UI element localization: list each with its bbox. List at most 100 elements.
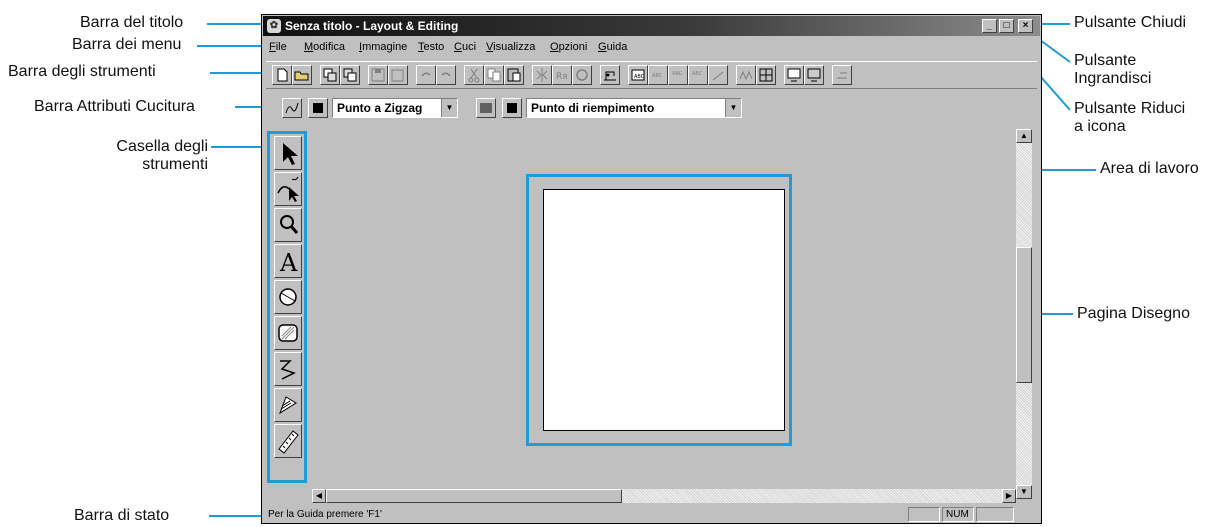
monitor-view-icon bbox=[807, 68, 821, 82]
line-color-button[interactable] bbox=[308, 98, 328, 118]
menu-file[interactable]: File bbox=[269, 37, 287, 57]
menu-edit-label: odifica bbox=[313, 41, 345, 53]
line-stitch-value: Punto a Zigzag bbox=[337, 101, 423, 115]
line-stitch-dropdown-arrow-icon[interactable]: ▼ bbox=[441, 99, 457, 117]
status-cell-caps bbox=[908, 507, 940, 522]
import-button[interactable] bbox=[320, 65, 340, 85]
line-stitch-select[interactable]: Punto a Zigzag ▼ bbox=[332, 98, 458, 118]
vertical-scrollbar[interactable]: ▲ ▼ bbox=[1016, 129, 1032, 499]
text-button-3[interactable]: ABC bbox=[668, 65, 688, 85]
callout-design-page: Pagina Disegno bbox=[1077, 305, 1190, 322]
rotate-button[interactable] bbox=[572, 65, 592, 85]
scroll-down-icon[interactable]: ▼ bbox=[1016, 485, 1032, 499]
horizontal-scrollbar[interactable]: ◀ ▶ bbox=[312, 489, 1016, 503]
menu-help-accel: G bbox=[598, 41, 607, 53]
text-frame-icon: ABC bbox=[631, 69, 645, 81]
import-2-button[interactable] bbox=[340, 65, 360, 85]
save-as-button[interactable] bbox=[388, 65, 408, 85]
menu-image[interactable]: Immagine bbox=[359, 37, 407, 57]
flip-horizontal-icon bbox=[536, 68, 548, 82]
rectangle-tool[interactable] bbox=[274, 316, 302, 350]
redo-button[interactable] bbox=[436, 65, 456, 85]
realistic-preview-button[interactable] bbox=[804, 65, 824, 85]
toolbox: A bbox=[267, 131, 307, 483]
freeform-curve-icon bbox=[280, 360, 296, 380]
cut-button[interactable] bbox=[464, 65, 484, 85]
text-button-5[interactable] bbox=[708, 65, 728, 85]
region-stitch-value: Punto di riempimento bbox=[531, 101, 655, 115]
line-sew-toggle[interactable] bbox=[282, 98, 302, 118]
menu-file-accel: F bbox=[269, 41, 276, 53]
preview-button[interactable] bbox=[784, 65, 804, 85]
callout-close-button: Pulsante Chiudi bbox=[1074, 14, 1187, 31]
save-button[interactable] bbox=[368, 65, 388, 85]
flip-h-button[interactable] bbox=[532, 65, 552, 85]
text-button-4[interactable]: ABC bbox=[688, 65, 708, 85]
stitch-order-button[interactable] bbox=[832, 65, 852, 85]
zoom-tool[interactable] bbox=[274, 208, 302, 242]
stitch-attribute-bar: Punto a Zigzag ▼ Punto di riempimento ▼ bbox=[266, 95, 1037, 121]
sewing-attribute-tool[interactable] bbox=[274, 388, 302, 422]
scroll-right-icon[interactable]: ▶ bbox=[1002, 489, 1016, 503]
app-icon[interactable]: ✿ bbox=[267, 19, 281, 33]
close-button[interactable]: × bbox=[1018, 19, 1033, 33]
maximize-button[interactable]: □ bbox=[999, 19, 1014, 33]
design-page[interactable] bbox=[543, 189, 785, 431]
title-bar[interactable]: ✿ Senza titolo - Layout & Editing _ □ × bbox=[263, 16, 1040, 36]
paste-button[interactable] bbox=[504, 65, 524, 85]
sewing-attribute-icon bbox=[279, 396, 297, 415]
callout-status-bar: Barra di stato bbox=[74, 507, 170, 524]
vertical-scroll-thumb[interactable] bbox=[1016, 247, 1032, 383]
menu-view[interactable]: Visualizza bbox=[486, 37, 535, 57]
undo-button[interactable] bbox=[416, 65, 436, 85]
scissors-icon bbox=[468, 68, 480, 83]
text-tool[interactable]: A bbox=[274, 244, 302, 278]
save-as-icon bbox=[391, 69, 404, 82]
select-tool[interactable] bbox=[274, 136, 302, 170]
callout-title-bar: Barra del titolo bbox=[80, 14, 184, 31]
svg-text:ABC: ABC bbox=[652, 73, 663, 79]
menu-text[interactable]: Testo bbox=[418, 37, 444, 57]
stitch-pattern-icon bbox=[739, 70, 753, 81]
folder-icon bbox=[294, 71, 309, 81]
menu-bar: File Modifica Immagine Testo Cuci Visual… bbox=[263, 37, 1040, 57]
region-stitch-select[interactable]: Punto di riempimento ▼ bbox=[526, 98, 742, 118]
point-edit-tool[interactable] bbox=[274, 172, 302, 206]
open-file-button[interactable] bbox=[292, 65, 312, 85]
menu-sew[interactable]: Cuci bbox=[454, 37, 476, 57]
text-button-1[interactable]: ABC bbox=[628, 65, 648, 85]
region-stitch-dropdown-arrow-icon[interactable]: ▼ bbox=[725, 99, 741, 117]
svg-text:ABC: ABC bbox=[672, 71, 683, 77]
menu-help-label: uida bbox=[606, 41, 628, 53]
horizontal-scroll-thumb[interactable] bbox=[326, 489, 622, 503]
flip-vertical-icon: Rя bbox=[556, 72, 568, 82]
callout-toolbox-line1: Casella degli bbox=[116, 138, 208, 155]
svg-text:ABC: ABC bbox=[692, 71, 703, 77]
circle-tool[interactable] bbox=[274, 280, 302, 314]
minimize-button[interactable]: _ bbox=[982, 19, 997, 33]
region-color-button[interactable] bbox=[502, 98, 522, 118]
callout-maximize-line2: Ingrandisci bbox=[1074, 70, 1152, 87]
menu-edit[interactable]: Modifica bbox=[304, 37, 345, 57]
measure-tool[interactable] bbox=[274, 424, 302, 458]
properties-button[interactable] bbox=[600, 65, 620, 85]
copy-button[interactable] bbox=[484, 65, 504, 85]
stitch-button-2[interactable] bbox=[756, 65, 776, 85]
menu-help[interactable]: Guida bbox=[598, 37, 627, 57]
new-file-button[interactable] bbox=[272, 65, 292, 85]
scroll-left-icon[interactable]: ◀ bbox=[312, 489, 326, 503]
floppy-icon bbox=[371, 68, 385, 82]
menu-sew-label: uci bbox=[461, 41, 477, 53]
region-sew-toggle[interactable] bbox=[476, 98, 496, 118]
menu-options[interactable]: Opzioni bbox=[550, 37, 587, 57]
import-icon bbox=[323, 68, 337, 82]
outline-tool[interactable] bbox=[274, 352, 302, 386]
stitch-button-1[interactable] bbox=[736, 65, 756, 85]
scroll-up-icon[interactable]: ▲ bbox=[1016, 129, 1032, 143]
text-button-2[interactable]: ABC bbox=[648, 65, 668, 85]
flip-v-button[interactable]: Rя bbox=[552, 65, 572, 85]
window-title: Senza titolo - Layout & Editing bbox=[285, 19, 459, 33]
callout-toolbar: Barra degli strumenti bbox=[8, 63, 156, 80]
copy-icon bbox=[487, 68, 501, 82]
stitch-grid-icon bbox=[759, 68, 773, 82]
